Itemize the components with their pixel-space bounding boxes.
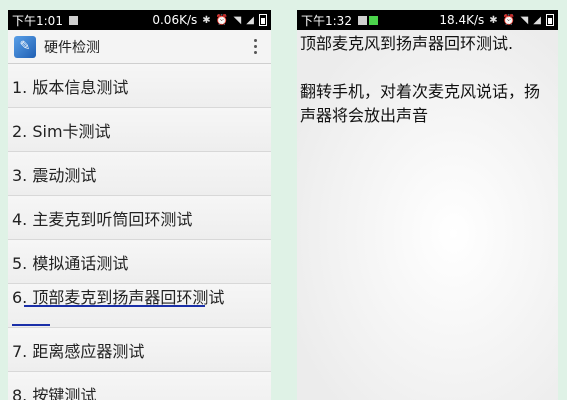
network-speed: 18.4K/s bbox=[439, 13, 485, 27]
list-item[interactable]: 8. 按键测试 bbox=[8, 372, 271, 400]
list-item-highlighted[interactable]: 6. 顶部麦克到扬声器回环测试 bbox=[8, 284, 271, 328]
app-title: 硬件检测 bbox=[44, 39, 100, 56]
highlight-underline bbox=[24, 305, 205, 307]
status-icons: ✱ ⏰ ◥ ◢ bbox=[202, 14, 255, 26]
network-speed: 0.06K/s bbox=[152, 13, 198, 27]
status-time: 下午1:01 bbox=[12, 13, 63, 28]
list-item[interactable]: 4. 主麦克到听筒回环测试 bbox=[8, 196, 271, 240]
overflow-menu-icon[interactable] bbox=[245, 35, 265, 59]
status-time: 下午1:32 bbox=[301, 13, 352, 28]
test-list: 1. 版本信息测试 2. Sim卡测试 3. 震动测试 4. 主麦克到听筒回环测… bbox=[8, 64, 271, 400]
list-item[interactable]: 2. Sim卡测试 bbox=[8, 108, 271, 152]
battery-icon bbox=[259, 14, 267, 26]
list-item[interactable]: 5. 模拟通话测试 bbox=[8, 240, 271, 284]
app-icon: ✎ bbox=[14, 35, 36, 58]
list-item[interactable]: 7. 距离感应器测试 bbox=[8, 328, 271, 372]
status-bar: 下午1:01 0.06K/s ✱ ⏰ ◥ ◢ bbox=[8, 10, 271, 30]
highlight-underline bbox=[12, 324, 50, 326]
list-item-label: 8. 按键测试 bbox=[12, 385, 97, 400]
list-item[interactable]: 1. 版本信息测试 bbox=[8, 64, 271, 108]
right-phone-screen: 下午1:32 18.4K/s ✱ ⏰ ◥ ◢ 顶部麦克风到扬声器回环测试. 翻转… bbox=[297, 10, 558, 400]
test-title: 顶部麦克风到扬声器回环测试. bbox=[300, 34, 514, 53]
status-bar: 下午1:32 18.4K/s ✱ ⏰ ◥ ◢ bbox=[297, 10, 558, 30]
list-item-label: 1. 版本信息测试 bbox=[12, 77, 129, 97]
notification-icon bbox=[68, 15, 78, 25]
test-screen: 顶部麦克风到扬声器回环测试. 翻转手机，对着次麦克风说话，扬声器将会放出声音 bbox=[297, 30, 558, 400]
action-bar: ✎ 硬件检测 bbox=[8, 30, 271, 64]
list-item-label: 2. Sim卡测试 bbox=[12, 121, 111, 141]
test-instruction: 翻转手机，对着次麦克风说话，扬声器将会放出声音 bbox=[300, 82, 541, 125]
list-item-label: 4. 主麦克到听筒回环测试 bbox=[12, 209, 193, 229]
list-item[interactable]: 3. 震动测试 bbox=[8, 152, 271, 196]
list-item-label: 3. 震动测试 bbox=[12, 165, 97, 185]
test-content: 顶部麦克风到扬声器回环测试. 翻转手机，对着次麦克风说话，扬声器将会放出声音 bbox=[297, 30, 558, 130]
left-phone-screen: 下午1:01 0.06K/s ✱ ⏰ ◥ ◢ ✎ 硬件检测 1. 版本信息测试 … bbox=[8, 10, 271, 400]
list-item-label: 5. 模拟通话测试 bbox=[12, 253, 129, 273]
status-icons: ✱ ⏰ ◥ ◢ bbox=[489, 14, 542, 26]
battery-icon bbox=[546, 14, 554, 26]
notification-icon bbox=[357, 15, 367, 25]
notification-icon bbox=[368, 15, 378, 25]
list-item-label: 7. 距离感应器测试 bbox=[12, 341, 145, 361]
